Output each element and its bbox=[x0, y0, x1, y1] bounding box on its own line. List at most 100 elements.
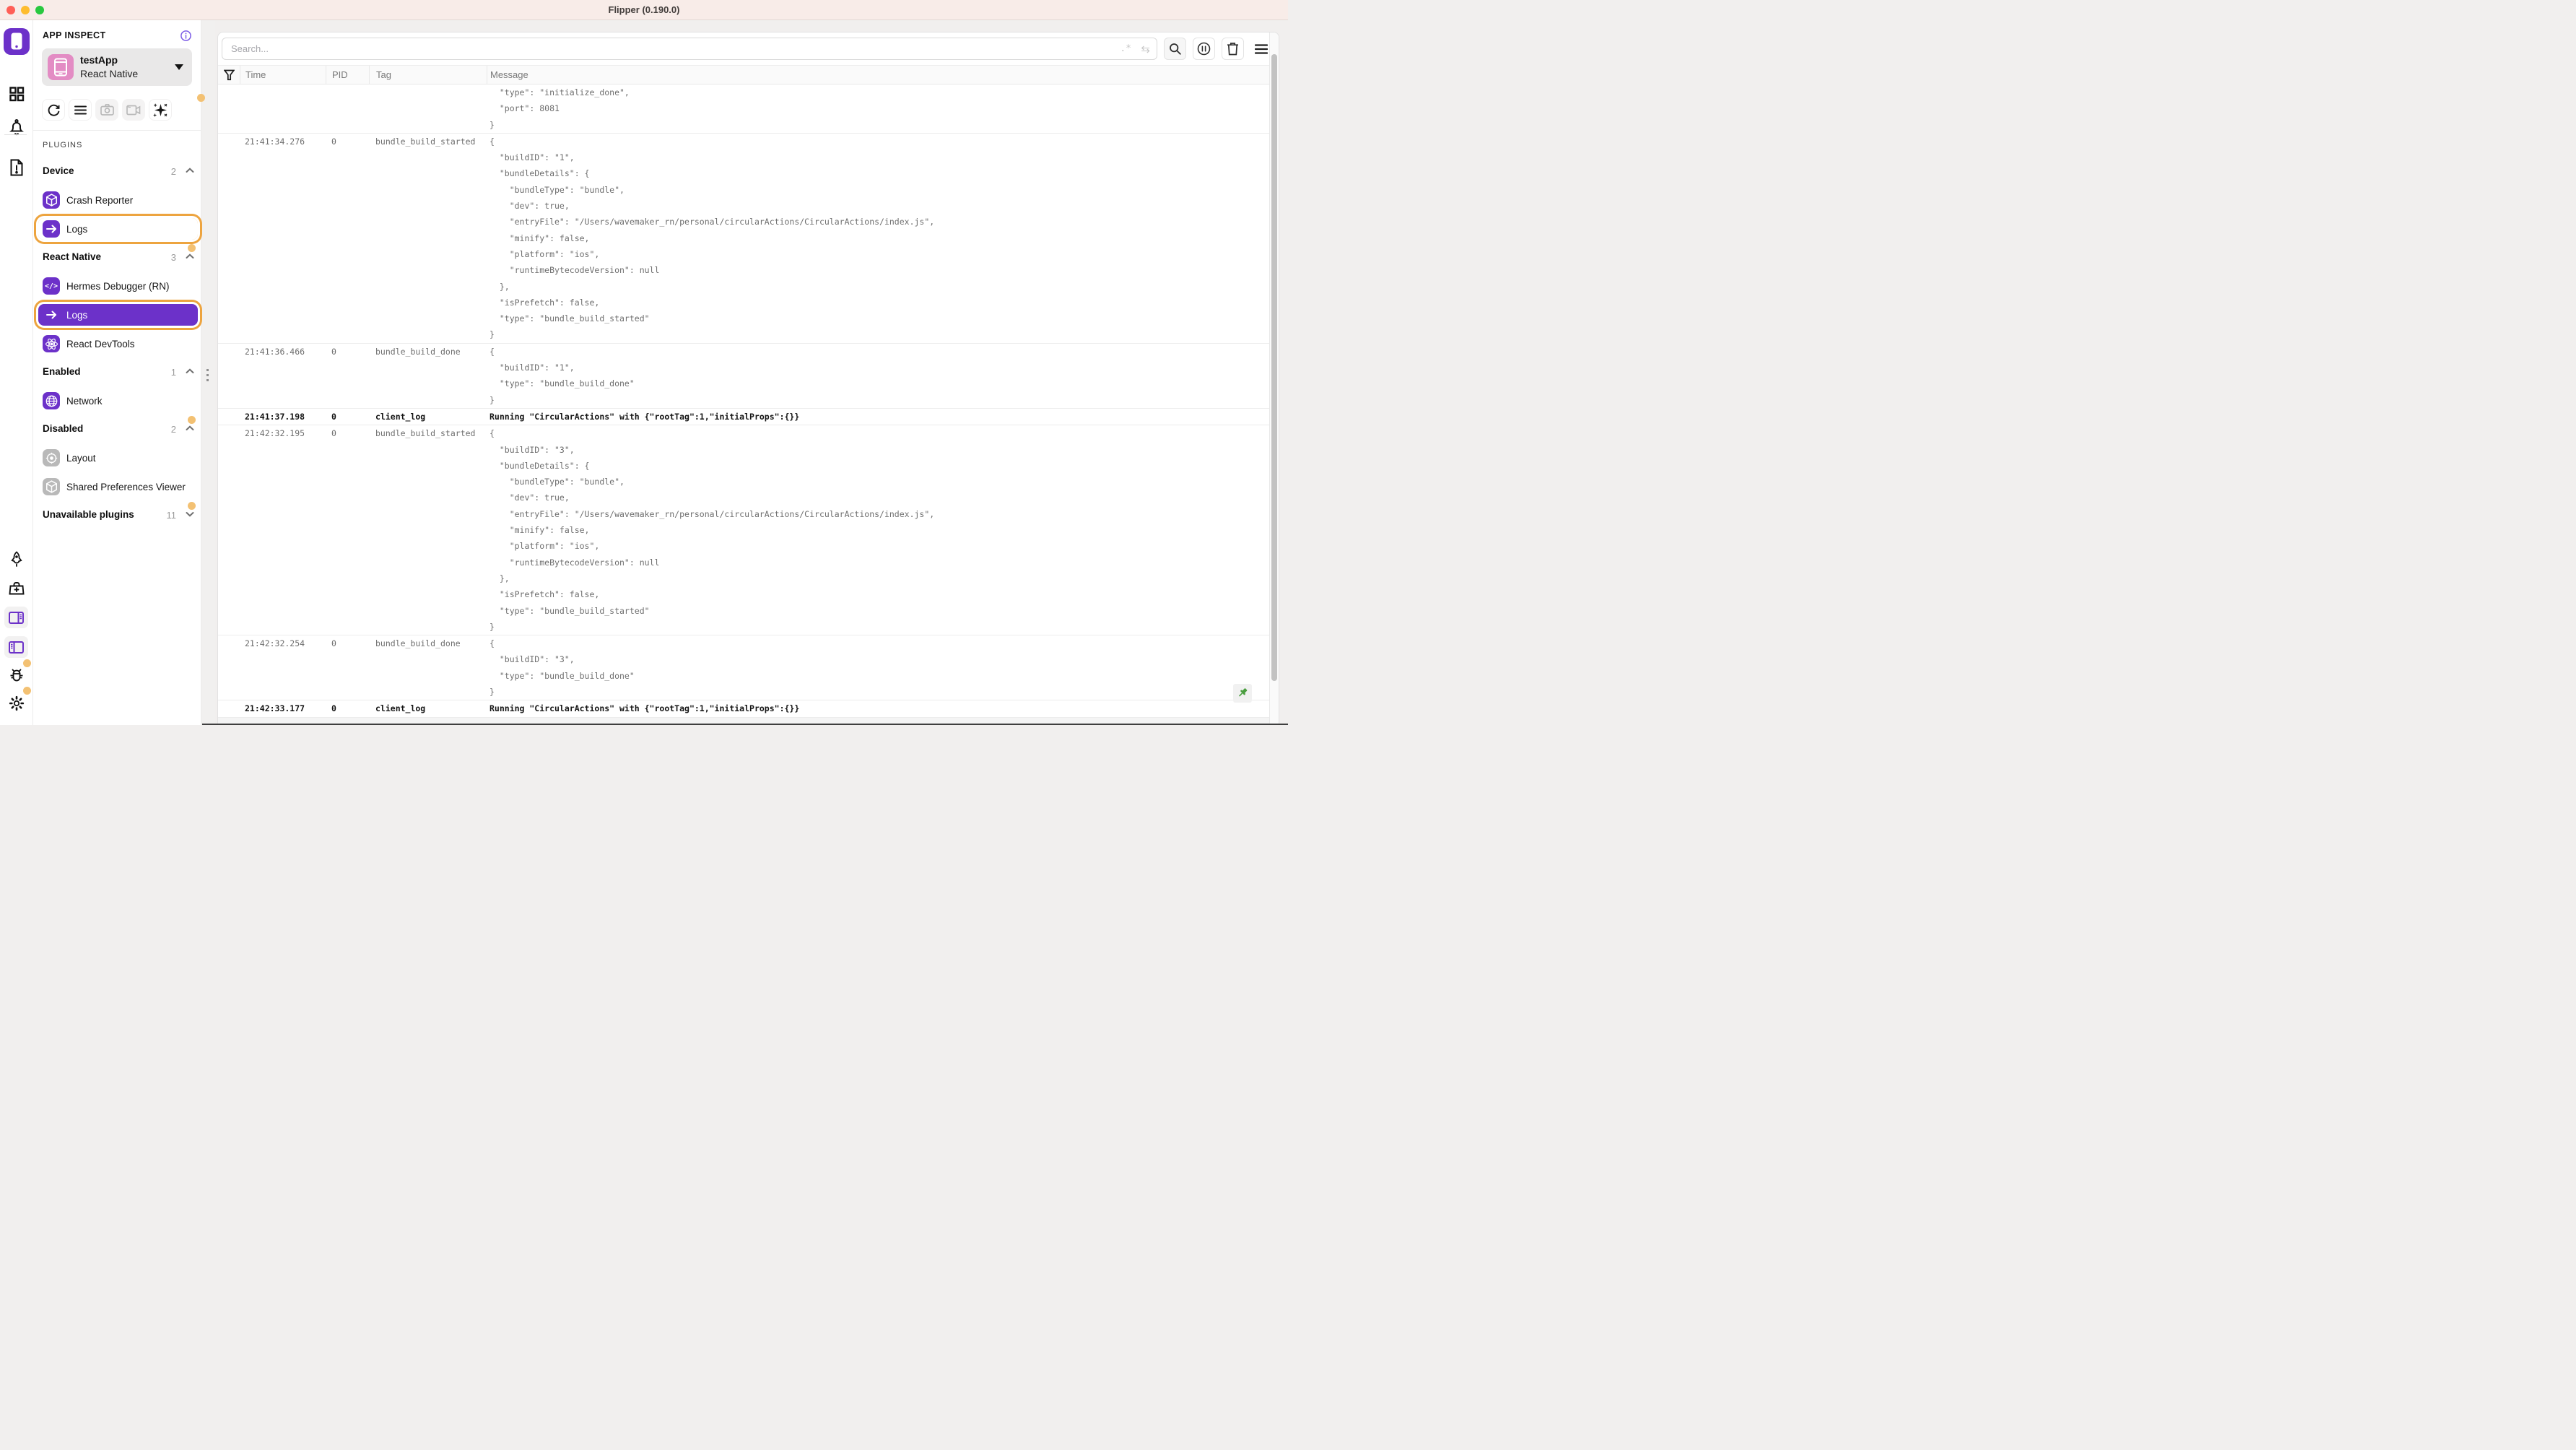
sidebar-item-logs[interactable]: Logs bbox=[33, 214, 201, 243]
log-time: 21:41:37.198 bbox=[245, 411, 305, 422]
log-message-line: "type": "bundle_build_started" bbox=[489, 313, 650, 324]
close-button[interactable] bbox=[6, 6, 15, 14]
app-selector-dropdown[interactable]: testApp React Native bbox=[42, 48, 192, 86]
filter-funnel-icon[interactable] bbox=[218, 66, 240, 84]
log-time: 21:42:32.254 bbox=[245, 638, 305, 649]
log-row[interactable]: 21:41:36.466 0 bundle_build_done { "buildID… bbox=[218, 344, 1279, 409]
screen-record-button[interactable] bbox=[122, 99, 145, 121]
right-panel-toggle-button[interactable] bbox=[4, 607, 28, 628]
flipper-logo-icon[interactable] bbox=[0, 28, 33, 55]
minimize-button[interactable] bbox=[21, 6, 30, 14]
log-pid: 0 bbox=[331, 638, 336, 649]
sparkle-notification-dot bbox=[197, 94, 205, 102]
atom-icon bbox=[43, 335, 60, 352]
log-message-line: "bundleDetails": { bbox=[489, 168, 590, 179]
sidebar-item-label: React DevTools bbox=[66, 338, 135, 350]
gear-icon[interactable] bbox=[0, 695, 33, 711]
clear-logs-trash-button[interactable] bbox=[1222, 38, 1244, 60]
app-grid-icon[interactable] bbox=[0, 87, 33, 102]
log-tag: client_log bbox=[375, 411, 426, 422]
log-message: { "buildID": "3", "type": "bundle_build_… bbox=[487, 635, 635, 700]
caret-down-icon bbox=[175, 64, 183, 70]
pin-to-bottom-button[interactable] bbox=[1233, 684, 1252, 703]
log-message-line: "port": 8081 bbox=[489, 103, 560, 114]
sidebar-item-shared-preferences-viewer[interactable]: Shared Preferences Viewer bbox=[33, 472, 201, 501]
group-label: React Native bbox=[43, 251, 102, 262]
log-row[interactable]: 21:42:32.254 0 bundle_build_done { "buildID… bbox=[218, 635, 1279, 701]
search-button[interactable] bbox=[1164, 38, 1186, 60]
sidebar-divider bbox=[33, 130, 201, 131]
left-rail bbox=[0, 20, 33, 725]
scrollbar-thumb[interactable] bbox=[1271, 54, 1277, 681]
sidebar-item-label: Network bbox=[66, 395, 103, 407]
left-panel-toggle-button[interactable] bbox=[4, 636, 28, 658]
log-message-line: "buildID": "3", bbox=[489, 444, 575, 455]
log-message-line: "entryFile": "/Users/wavemaker_rn/person… bbox=[489, 508, 935, 519]
doc-alert-icon[interactable] bbox=[0, 159, 33, 176]
table-options-menu-icon[interactable] bbox=[1253, 38, 1270, 60]
plugin-group-header-disabled[interactable]: Disabled 2 bbox=[33, 416, 201, 437]
sidebar-item-layout[interactable]: Layout bbox=[33, 443, 201, 472]
log-pid: 0 bbox=[331, 136, 336, 147]
log-row[interactable]: 21:41:37.198 0 client_log Running "Circular… bbox=[218, 409, 1279, 426]
log-row[interactable]: "type": "initialize_done", "port": 8081} bbox=[218, 84, 1279, 134]
log-tag: bundle_build_started bbox=[375, 136, 476, 147]
log-message-line: "dev": true, bbox=[489, 201, 570, 212]
chevron-down-icon bbox=[186, 511, 194, 517]
sidebar-item-react-devtools[interactable]: React DevTools bbox=[33, 329, 201, 358]
log-message-line: "runtimeBytecodeVersion": null bbox=[489, 557, 660, 568]
log-row[interactable]: 21:42:33.177 0 client_log Running "Circular… bbox=[218, 700, 1279, 718]
column-header-message[interactable]: Message bbox=[487, 66, 1279, 84]
drag-dots-icon bbox=[206, 369, 209, 381]
sidebar-item-label: Layout bbox=[66, 452, 96, 464]
window-controls bbox=[6, 6, 44, 14]
device-menu-button[interactable] bbox=[69, 99, 92, 121]
log-message-line: "platform": "ios", bbox=[489, 541, 600, 552]
plugin-group-header-enabled[interactable]: Enabled 1 bbox=[33, 365, 201, 380]
case-toggle-icon[interactable]: ⇆ bbox=[1141, 38, 1150, 60]
sidebar: APP INSPECT testApp React Native PLUGINS bbox=[33, 20, 205, 725]
code-icon: </> bbox=[43, 277, 60, 295]
plugin-group-header-unavailable-plugins[interactable]: Unavailable plugins 11 bbox=[33, 502, 201, 523]
info-icon[interactable] bbox=[180, 30, 191, 41]
screenshot-camera-button[interactable] bbox=[95, 99, 118, 121]
column-header-pid[interactable]: PID bbox=[326, 66, 369, 84]
search-input[interactable] bbox=[222, 38, 1157, 60]
sidebar-item-logs[interactable]: Logs bbox=[33, 300, 201, 329]
table-empty-area bbox=[218, 717, 1279, 724]
log-row[interactable]: 21:41:34.276 0 bundle_build_started { "buil… bbox=[218, 134, 1279, 344]
log-tag: client_log bbox=[375, 703, 426, 714]
chevron-up-icon bbox=[186, 168, 194, 173]
sidebar-item-crash-reporter[interactable]: Crash Reporter bbox=[33, 186, 201, 214]
log-message-line: "dev": true, bbox=[489, 492, 570, 503]
arrow-icon bbox=[43, 306, 60, 324]
vertical-scrollbar[interactable] bbox=[1269, 32, 1279, 724]
log-tag: bundle_build_done bbox=[375, 638, 461, 649]
log-pid: 0 bbox=[331, 411, 336, 422]
group-count: 3 bbox=[170, 252, 176, 263]
log-message-line: "buildID": "1", bbox=[489, 362, 575, 373]
plugin-group-header-device[interactable]: Device 2 bbox=[33, 165, 201, 179]
column-header-time[interactable]: Time bbox=[240, 66, 326, 84]
sidebar-resize-handle[interactable] bbox=[201, 20, 215, 725]
rocket-icon[interactable] bbox=[0, 551, 33, 567]
log-message-line: "minify": false, bbox=[489, 525, 590, 536]
log-time: 21:41:36.466 bbox=[245, 346, 305, 357]
refresh-button[interactable] bbox=[42, 99, 65, 121]
sidebar-item-network[interactable]: Network bbox=[33, 386, 201, 415]
regex-toggle-icon[interactable]: .* bbox=[1120, 38, 1131, 60]
doctor-bag-icon[interactable] bbox=[0, 581, 33, 596]
sparkle-button[interactable] bbox=[149, 99, 172, 121]
log-row[interactable]: 21:42:32.195 0 bundle_build_started { "buil… bbox=[218, 425, 1279, 636]
sidebar-item-hermes-debugger-rn-[interactable]: </> Hermes Debugger (RN) bbox=[33, 272, 201, 300]
column-header-tag[interactable]: Tag bbox=[369, 66, 487, 84]
app-phone-icon bbox=[48, 54, 74, 80]
log-message-line: "isPrefetch": false, bbox=[489, 589, 600, 600]
log-time: 21:42:33.177 bbox=[245, 703, 305, 714]
pause-button[interactable] bbox=[1193, 38, 1215, 60]
log-message-line: } bbox=[489, 621, 495, 632]
zoom-button[interactable] bbox=[35, 6, 44, 14]
plugin-group-header-react-native[interactable]: React Native 3 bbox=[33, 244, 201, 265]
bug-icon[interactable] bbox=[0, 668, 33, 683]
table-header: Time PID Tag Message bbox=[218, 65, 1279, 84]
